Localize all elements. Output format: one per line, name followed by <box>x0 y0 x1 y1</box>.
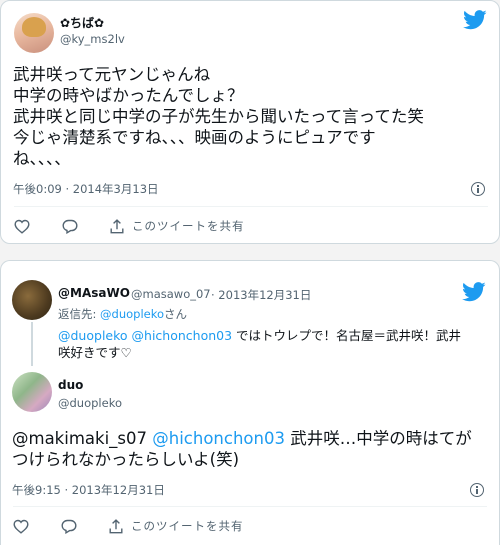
avatar[interactable] <box>14 13 54 53</box>
avatar[interactable] <box>12 372 52 412</box>
share-button[interactable]: このツイートを共有 <box>109 518 244 534</box>
tweet-text-line: 今じゃ清楚系ですね、、、映画のようにピュアです <box>13 128 376 147</box>
display-name[interactable]: @MAsaWO <box>58 286 130 300</box>
mention-link[interactable]: @hichonchon03 <box>152 429 285 448</box>
share-label: このツイートを共有 <box>131 519 244 533</box>
twitter-bird-icon[interactable] <box>463 10 487 30</box>
heart-icon <box>13 519 29 534</box>
reply-icon <box>61 519 77 534</box>
timestamp[interactable]: 午後9:15 · 2013年12月31日 <box>12 482 165 498</box>
thread-line <box>31 322 33 366</box>
parent-text-line: 咲好きです♡ <box>58 345 132 360</box>
reply-button[interactable] <box>62 219 78 234</box>
user-handle[interactable]: @ky_ms2lv <box>60 32 125 46</box>
tweet-date[interactable]: · 2013年12月31日 <box>211 287 311 303</box>
twitter-bird-icon[interactable] <box>462 282 486 302</box>
avatar[interactable] <box>12 280 52 320</box>
mention-link[interactable]: @duopleko <box>58 328 128 343</box>
divider <box>13 506 487 507</box>
tweet-text-line: @makimaki_s07 @hichonchon03 武井咲…中学の時はてが <box>12 428 472 449</box>
share-label: このツイートを共有 <box>132 219 245 233</box>
mention-link[interactable]: @hichonchon03 <box>132 328 233 343</box>
like-button[interactable] <box>13 519 29 534</box>
user-handle[interactable]: @duopleko <box>58 396 122 410</box>
mention-link[interactable]: @makimaki_s07 <box>12 429 147 448</box>
reply-to-suffix: さん <box>164 307 188 321</box>
timestamp[interactable]: 午後0:09 · 2014年3月13日 <box>13 181 159 197</box>
tweet-text-line: つけられなかったらしいよ(笑) <box>12 450 240 469</box>
display-name[interactable]: duo <box>58 378 83 392</box>
reply-to-line: 返信先: @duoplekoさん <box>58 306 187 322</box>
user-handle[interactable]: @masawo_07 <box>131 287 211 301</box>
heart-icon <box>14 219 30 234</box>
tweet-card-1: ✿ちば✿ @ky_ms2lv 武井咲って元ヤンじゃんね 中学の時やばかったんでし… <box>0 0 500 244</box>
tweet-text-rest: 武井咲…中学の時はてが <box>284 429 472 448</box>
divider <box>14 206 488 207</box>
tweet-text-line: ね、、、、 <box>13 149 71 168</box>
info-icon[interactable] <box>471 182 485 196</box>
info-icon[interactable] <box>470 483 484 497</box>
display-name[interactable]: ✿ちば✿ <box>60 14 104 31</box>
tweet-text-line: 中学の時やばかったんでしょ？ <box>13 86 244 105</box>
share-icon <box>109 518 123 533</box>
share-icon <box>110 218 124 233</box>
reply-to-prefix: 返信先: <box>58 307 101 321</box>
like-button[interactable] <box>14 219 30 234</box>
reply-button[interactable] <box>61 519 77 534</box>
share-button[interactable]: このツイートを共有 <box>110 218 245 234</box>
tweet-text-line: 武井咲と同じ中学の子が先生から聞いたって言ってた笑 <box>13 107 424 126</box>
reply-to-user-link[interactable]: @duopleko <box>100 307 164 321</box>
reply-icon <box>62 219 78 234</box>
parent-text-line: ではトウレプで！名古屋＝武井咲！武井 <box>232 328 462 343</box>
parent-tweet-text: @duopleko @hichonchon03 ではトウレプで！名古屋＝武井咲！… <box>58 327 461 344</box>
tweet-text-line: 武井咲って元ヤンじゃんね <box>13 65 211 84</box>
